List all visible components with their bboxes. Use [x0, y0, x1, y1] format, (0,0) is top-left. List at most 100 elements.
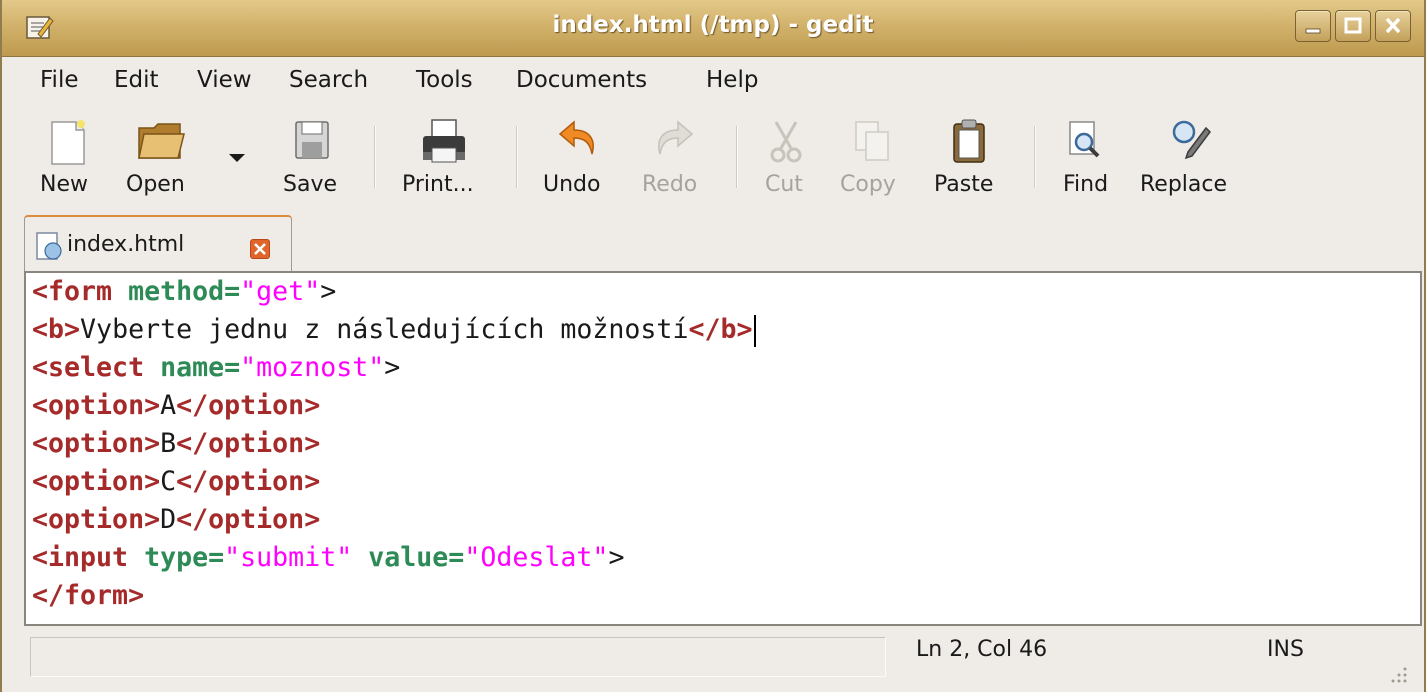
redo-button[interactable]: Redo	[638, 104, 718, 212]
code-line[interactable]: <option>C</option>	[26, 463, 1420, 501]
find-label: Find	[1063, 172, 1109, 197]
menu-documents[interactable]: Documents	[516, 67, 647, 93]
menu-help[interactable]: Help	[706, 67, 758, 93]
code-str: "submit"	[224, 542, 353, 573]
code-line[interactable]: <option>A</option>	[26, 387, 1420, 425]
window-title: index.html (/tmp) - gedit	[552, 12, 874, 38]
new-button[interactable]: New	[36, 104, 102, 212]
code-tag: <input	[32, 542, 145, 573]
minimize-button[interactable]	[1295, 10, 1331, 42]
dropdown-arrow-icon[interactable]	[227, 152, 247, 164]
cut-label: Cut	[765, 172, 803, 197]
code-str: "get"	[240, 276, 321, 307]
cut-icon	[770, 121, 802, 163]
text-cursor	[753, 314, 756, 347]
code-text: D	[160, 504, 177, 535]
undo-icon	[558, 120, 594, 155]
toolbar-separator	[736, 126, 738, 188]
redo-label: Redo	[642, 172, 698, 197]
close-window-button[interactable]	[1375, 10, 1411, 42]
toolbar-separator	[374, 126, 376, 188]
menu-view[interactable]: View	[197, 67, 252, 93]
copy-button[interactable]: Copy	[836, 104, 916, 212]
title-bar[interactable]: index.html (/tmp) - gedit	[2, 0, 1424, 57]
code-tag: </option>	[176, 428, 321, 459]
code-text: >	[384, 352, 401, 383]
code-line[interactable]: <input type="submit" value="Odeslat">	[26, 539, 1420, 577]
tab-label: index.html	[67, 232, 185, 257]
code-tag: </option>	[176, 390, 321, 421]
print-icon	[423, 119, 465, 163]
toolbar-separator	[1034, 126, 1036, 188]
menu-edit[interactable]: Edit	[114, 67, 159, 93]
code-attr: name=	[160, 352, 241, 383]
code-text: >	[608, 542, 625, 573]
open-icon	[138, 123, 185, 159]
code-text: A	[160, 390, 177, 421]
document-tabs: index.html	[2, 212, 1424, 273]
save-label: Save	[283, 172, 338, 197]
code-tag: </form>	[32, 580, 145, 611]
code-tag: <option>	[32, 504, 161, 535]
close-icon	[1385, 17, 1401, 34]
minimize-icon	[1305, 28, 1321, 34]
find-button[interactable]: Find	[1056, 104, 1120, 212]
code-tag: <select	[32, 352, 161, 383]
menu-search[interactable]: Search	[289, 67, 368, 93]
code-str: "moznost"	[240, 352, 385, 383]
copy-icon	[855, 121, 889, 161]
code-line[interactable]: <form method="get">	[26, 273, 1420, 311]
print-label: Print...	[402, 172, 474, 197]
code-tag: <form	[32, 276, 129, 307]
code-line[interactable]: </form>	[26, 577, 1420, 615]
open-button[interactable]: Open	[120, 104, 210, 212]
text-editor[interactable]: <form method="get"> <b>Vyberte jednu z ná…	[24, 271, 1422, 626]
code-attr: type=	[144, 542, 225, 573]
redo-icon	[658, 120, 694, 155]
code-line[interactable]: <option>D</option>	[26, 501, 1420, 539]
paste-icon	[953, 119, 985, 163]
save-button[interactable]: Save	[274, 104, 354, 212]
tab-index-html[interactable]: index.html	[24, 215, 292, 273]
status-bar: Ln 2, Col 46 INS	[2, 627, 1424, 692]
code-tag: <option>	[32, 466, 161, 497]
code-tag: <option>	[32, 390, 161, 421]
menu-bar: File Edit View Search Tools Documents He…	[2, 57, 1424, 103]
code-tag: </option>	[176, 504, 321, 535]
toolbar: New Open Save Print... Undo Redo Cut Cop…	[2, 104, 1424, 212]
save-icon	[295, 121, 329, 159]
code-tag: </option>	[176, 466, 321, 497]
undo-button[interactable]: Undo	[536, 104, 620, 212]
code-line[interactable]: <option>B</option>	[26, 425, 1420, 463]
gedit-window: index.html (/tmp) - gedit File Edit View…	[0, 0, 1426, 692]
maximize-button[interactable]	[1335, 10, 1371, 42]
undo-label: Undo	[543, 172, 601, 197]
print-button[interactable]: Print...	[394, 104, 496, 212]
close-tab-button[interactable]	[250, 239, 270, 259]
code-text: >	[320, 276, 337, 307]
code-tag: <b>	[32, 314, 81, 345]
code-line[interactable]: <select name="moznost">	[26, 349, 1420, 387]
paste-button[interactable]: Paste	[930, 104, 1016, 212]
code-tag: </b>	[688, 314, 753, 345]
html-file-icon	[36, 232, 62, 260]
find-icon	[1069, 121, 1100, 158]
toolbar-separator	[516, 126, 518, 188]
cut-button[interactable]: Cut	[754, 104, 824, 212]
copy-label: Copy	[840, 172, 896, 197]
resize-grip-icon[interactable]	[1387, 663, 1409, 685]
menu-file[interactable]: File	[40, 67, 79, 93]
code-line[interactable]: <b>Vyberte jednu z následujících možnost…	[26, 311, 1420, 349]
menu-tools[interactable]: Tools	[416, 67, 473, 93]
new-icon	[51, 120, 85, 165]
maximize-icon	[1344, 17, 1362, 34]
replace-label: Replace	[1140, 172, 1228, 197]
code-str: "Odeslat"	[464, 542, 609, 573]
code-text: C	[160, 466, 177, 497]
code-tag: <option>	[32, 428, 161, 459]
new-label: New	[40, 172, 88, 197]
replace-button[interactable]: Replace	[1140, 104, 1252, 212]
paste-label: Paste	[934, 172, 994, 197]
insert-mode: INS	[1267, 637, 1304, 662]
